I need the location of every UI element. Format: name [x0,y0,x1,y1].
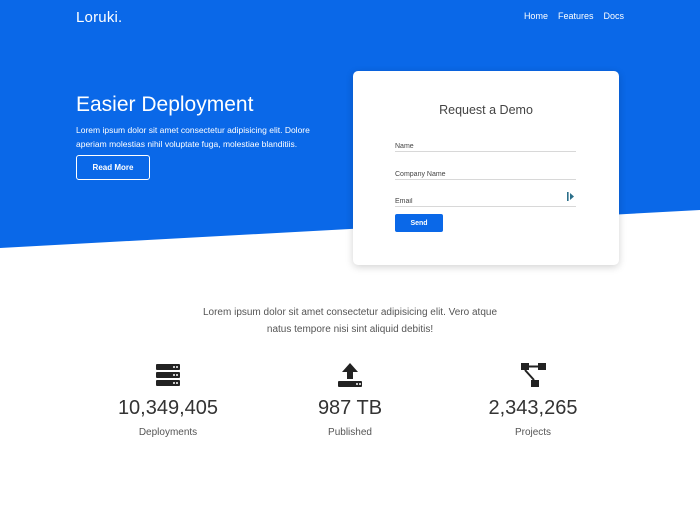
send-button[interactable]: Send [395,214,443,232]
demo-request-card: Request a Demo Send [353,71,619,265]
intro-text: Lorem ipsum dolor sit amet consectetur a… [202,307,498,335]
stat-deployments: 10,349,405 Deployments [78,362,258,438]
email-input[interactable] [395,194,576,209]
name-input[interactable] [395,139,576,154]
stat-label: Published [328,427,372,438]
email-field-wrapper [395,190,576,209]
upload-icon [338,363,362,387]
stat-published: 987 TB Published [260,362,440,438]
autofill-icon[interactable] [567,192,574,201]
nav-home-link[interactable]: Home [524,11,548,21]
company-field-wrapper [395,163,576,182]
stat-projects: 2,343,265 Projects [443,362,623,438]
company-name-input[interactable] [395,167,576,182]
hero-text: Lorem ipsum dolor sit amet consectetur a… [76,125,310,149]
demo-form-title: Request a Demo [439,103,533,117]
nav-features-link[interactable]: Features [558,11,594,21]
server-icon [156,364,180,386]
stat-label: Deployments [138,427,198,438]
navbar: Loruki. Home Features Docs [0,0,700,34]
nav-links: Home Features Docs [524,11,624,21]
stat-label: Projects [514,427,552,438]
brand-logo[interactable]: Loruki. [76,9,122,26]
read-more-button[interactable]: Read More [76,155,150,180]
name-field-wrapper [395,135,576,154]
stat-value: 2,343,265 [488,397,578,419]
stat-value: 10,349,405 [117,397,219,419]
hero-title: Easier Deployment [76,93,254,116]
nav-docs-link[interactable]: Docs [603,11,624,21]
stat-value: 987 TB [317,397,383,419]
project-diagram-icon [521,363,546,387]
